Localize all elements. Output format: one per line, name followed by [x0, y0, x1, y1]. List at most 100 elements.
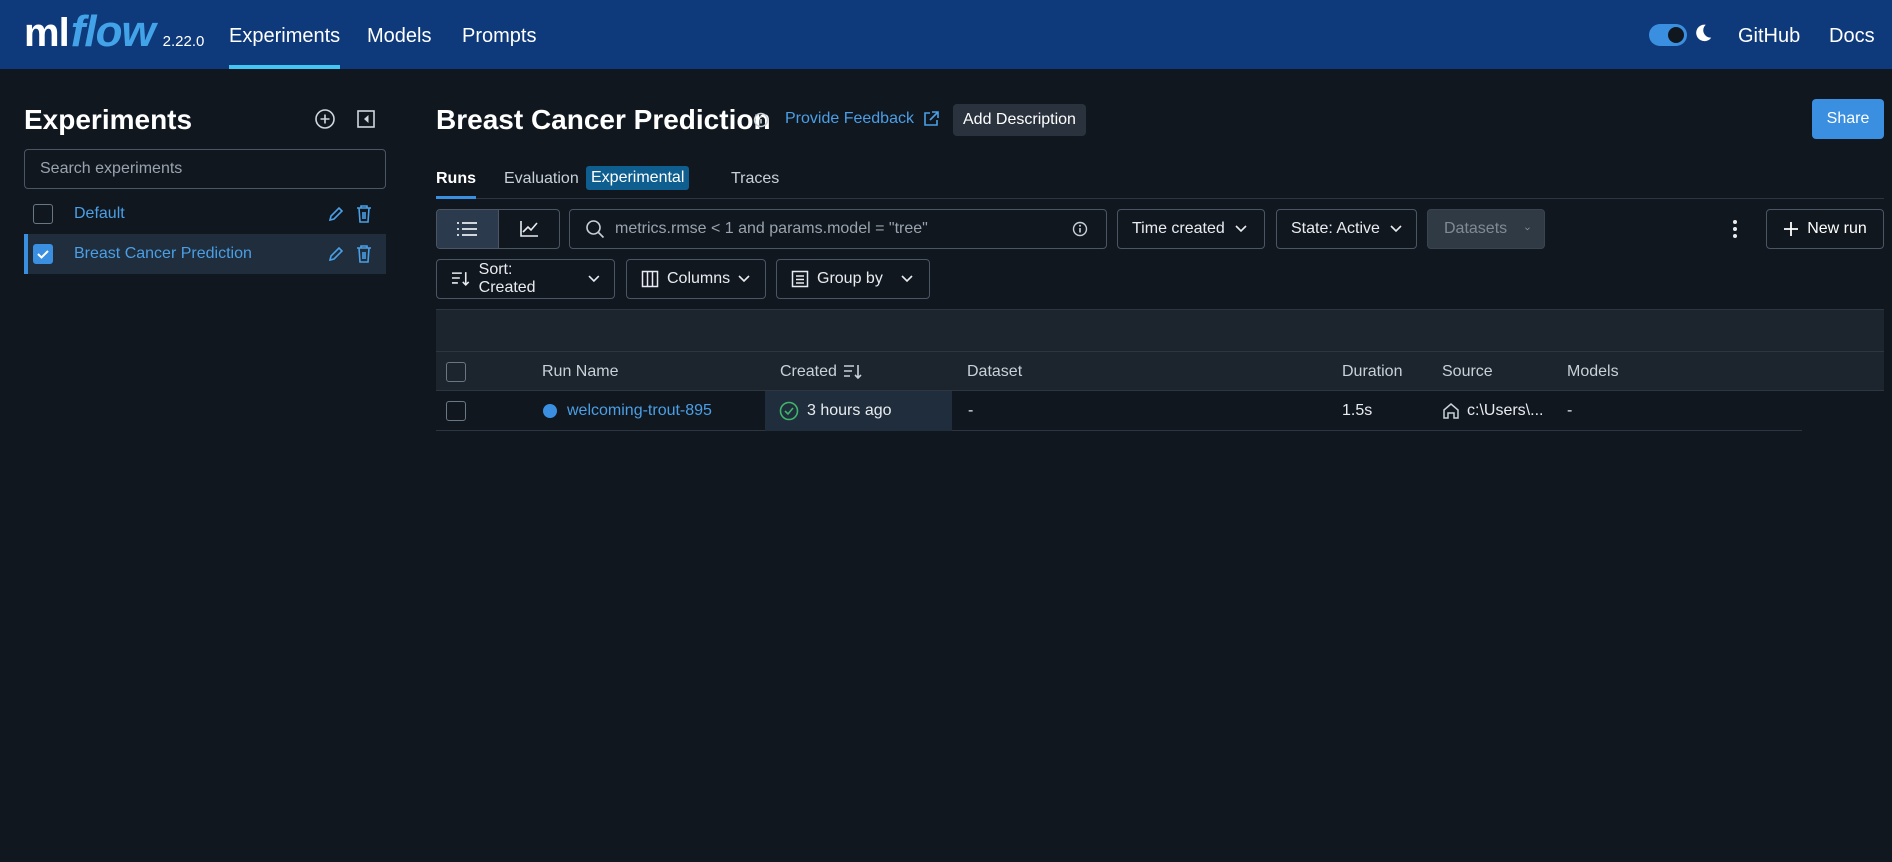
plus-circle-icon — [315, 109, 335, 129]
checkmark-icon — [37, 250, 49, 259]
toggle-knob — [1668, 27, 1684, 43]
search-experiments-input[interactable] — [24, 149, 386, 189]
runs-search-input[interactable] — [605, 211, 1072, 247]
sidebar-item-breast-cancer-prediction[interactable]: Breast Cancer Prediction — [24, 234, 386, 274]
chevron-down-icon — [901, 275, 913, 283]
chart-view-button[interactable] — [497, 210, 559, 248]
column-header-duration[interactable]: Duration — [1342, 352, 1402, 392]
column-header-models[interactable]: Models — [1567, 352, 1619, 392]
runs-search-box[interactable] — [569, 209, 1107, 249]
kebab-dot — [1733, 227, 1737, 231]
list-icon — [457, 222, 478, 236]
page-title: Breast Cancer Prediction — [436, 104, 771, 135]
column-header-source[interactable]: Source — [1442, 352, 1493, 392]
chevron-down-icon — [1525, 227, 1530, 231]
view-mode-toggle — [436, 209, 560, 249]
columns-icon — [641, 270, 659, 288]
columns-label: Columns — [667, 270, 731, 287]
state-filter-dropdown[interactable]: State: Active — [1276, 209, 1417, 249]
line-chart-icon — [520, 221, 538, 237]
nav-experiments[interactable]: Experiments — [229, 0, 341, 69]
created-time: 3 hours ago — [807, 402, 892, 419]
feedback-label: Provide Feedback — [785, 110, 914, 127]
experiment-name[interactable]: Default — [74, 205, 125, 223]
sort-descending-icon[interactable] — [843, 363, 863, 381]
group-by-icon — [791, 270, 809, 288]
run-color-dot[interactable] — [543, 404, 557, 418]
home-icon — [1443, 403, 1459, 419]
nav-prompts[interactable]: Prompts — [462, 0, 536, 69]
logo-flow-text: flow — [70, 7, 156, 56]
success-check-icon — [779, 401, 799, 421]
provide-feedback-link[interactable]: Provide Feedback — [785, 110, 940, 128]
create-experiment-button[interactable] — [313, 107, 337, 131]
new-run-label: New run — [1807, 220, 1867, 237]
collapse-icon — [357, 110, 375, 128]
kebab-dot — [1733, 234, 1737, 238]
new-run-button[interactable]: New run — [1766, 209, 1884, 249]
mlflow-logo[interactable]: ml flow 2.22.0 — [24, 4, 204, 60]
trash-icon[interactable] — [355, 204, 373, 224]
column-header-dataset[interactable]: Dataset — [967, 352, 1022, 392]
version-label: 2.22.0 — [162, 33, 205, 50]
pencil-icon[interactable] — [327, 205, 345, 223]
group-by-label: Group by — [817, 270, 883, 287]
top-navigation-bar: ml flow 2.22.0 Experiments Models Prompt… — [0, 0, 1892, 69]
chevron-down-icon — [588, 275, 600, 283]
table-header: Run Name Created Dataset Duration Source… — [436, 351, 1884, 391]
docs-link[interactable]: Docs — [1829, 0, 1875, 69]
models-cell: - — [1567, 402, 1573, 419]
dataset-cell: - — [968, 402, 974, 419]
select-all-checkbox[interactable] — [446, 362, 466, 382]
sidebar-item-default[interactable]: Default — [24, 194, 386, 234]
experiment-name[interactable]: Breast Cancer Prediction — [74, 245, 252, 263]
created-cell: 3 hours ago — [765, 391, 952, 431]
moon-icon — [1696, 24, 1712, 42]
duration-cell: 1.5s — [1342, 402, 1373, 419]
add-description-button[interactable]: Add Description — [953, 104, 1086, 136]
search-icon — [586, 220, 605, 239]
source-cell[interactable]: c:\Users\... — [1467, 391, 1543, 431]
group-by-dropdown[interactable]: Group by — [776, 259, 930, 299]
table-column-group-band — [436, 309, 1884, 351]
tab-evaluation[interactable]: Evaluation — [504, 170, 579, 188]
table-view-button[interactable] — [437, 210, 498, 248]
share-button[interactable]: Share — [1812, 99, 1884, 139]
created-header-label: Created — [780, 363, 837, 380]
experiment-checkbox[interactable] — [33, 244, 53, 264]
collapse-sidebar-button[interactable] — [354, 107, 378, 131]
column-header-created[interactable]: Created — [780, 352, 837, 392]
state-filter-label: State: Active — [1291, 220, 1380, 237]
tab-runs[interactable]: Runs — [436, 170, 476, 199]
pencil-icon[interactable] — [327, 245, 345, 263]
trash-icon[interactable] — [355, 244, 373, 264]
tabs-divider — [436, 198, 1884, 199]
chevron-down-icon — [738, 275, 750, 283]
kebab-dot — [1733, 220, 1737, 224]
chevron-down-icon — [1390, 225, 1402, 233]
tab-traces[interactable]: Traces — [731, 170, 779, 188]
datasets-dropdown: Datasets — [1427, 209, 1545, 249]
experimental-badge: Experimental — [586, 166, 690, 190]
table-row[interactable]: welcoming-trout-895 3 hours ago - 1.5s c… — [436, 391, 1802, 431]
chevron-down-icon — [1235, 225, 1247, 233]
experiment-checkbox[interactable] — [33, 204, 53, 224]
column-header-run-name[interactable]: Run Name — [542, 352, 618, 392]
datasets-label: Datasets — [1444, 220, 1508, 237]
more-options-button[interactable] — [1725, 217, 1745, 241]
sort-dropdown[interactable]: Sort: Created — [436, 259, 615, 299]
info-icon[interactable] — [753, 112, 769, 128]
sidebar-title: Experiments — [24, 104, 193, 135]
sort-icon — [451, 272, 470, 287]
nav-models[interactable]: Models — [367, 0, 431, 69]
time-created-dropdown[interactable]: Time created — [1117, 209, 1265, 249]
row-checkbox[interactable] — [446, 401, 466, 421]
sort-label: Sort: Created — [478, 261, 536, 296]
github-link[interactable]: GitHub — [1738, 0, 1800, 69]
plus-icon — [1784, 222, 1799, 236]
run-name-link[interactable]: welcoming-trout-895 — [567, 391, 712, 431]
columns-dropdown[interactable]: Columns — [626, 259, 766, 299]
external-link-icon — [924, 111, 939, 126]
dark-mode-toggle[interactable] — [1649, 24, 1687, 46]
info-icon[interactable] — [1072, 221, 1088, 237]
